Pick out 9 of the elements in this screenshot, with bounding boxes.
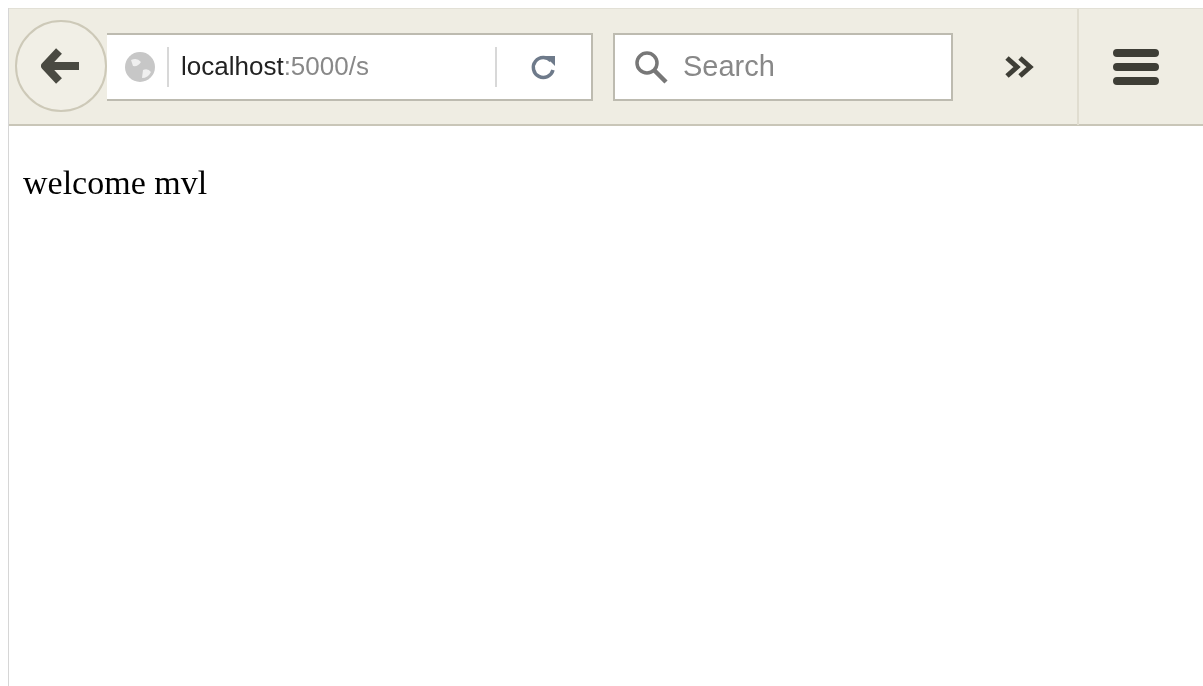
search-input[interactable]: Search — [683, 44, 933, 89]
double-chevron-icon — [1004, 54, 1036, 79]
globe-icon — [123, 49, 157, 84]
back-arrow-icon — [41, 47, 81, 84]
url-text: localhost:5000/s — [181, 50, 369, 83]
menu-icon — [1112, 47, 1160, 86]
search-field[interactable]: Search — [613, 32, 953, 101]
address-bar[interactable]: localhost:5000/s — [107, 32, 593, 101]
page-text: welcome mvl — [23, 166, 209, 200]
